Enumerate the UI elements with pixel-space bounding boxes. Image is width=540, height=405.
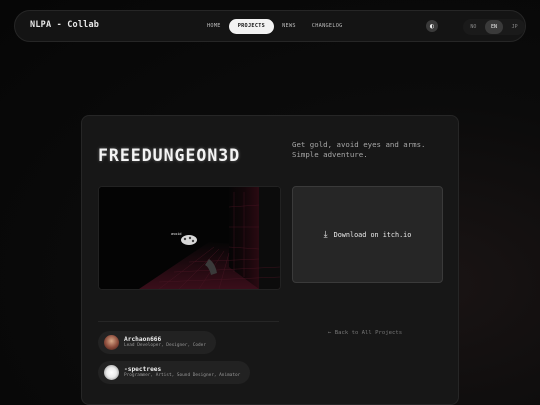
half-moon-icon: ◐	[429, 21, 435, 30]
nav-changelog[interactable]: CHANGELOG	[304, 19, 351, 34]
brand-logo[interactable]: NLPA - Collab	[30, 20, 99, 30]
download-icon: ⤓	[323, 229, 328, 240]
lang-jp[interactable]: JP	[506, 20, 524, 34]
nav-projects[interactable]: PROJECTS	[228, 19, 275, 34]
download-button[interactable]: ⤓ Download on itch.io	[292, 186, 443, 283]
game-screenshot: avoid	[98, 186, 281, 290]
avatar	[104, 365, 119, 380]
nav-links: HOME PROJECTS NEWS CHANGELOG	[199, 18, 351, 35]
project-title: FREEDUNGEON3D	[98, 146, 241, 165]
nav-news[interactable]: NEWS	[274, 19, 304, 34]
project-card: FREEDUNGEON3D Get gold, avoid eyes and a…	[81, 115, 459, 405]
game-scene-image	[99, 187, 280, 289]
lang-en[interactable]: EN	[484, 20, 503, 34]
theme-toggle-button[interactable]: ◐	[426, 20, 438, 32]
nav-home[interactable]: HOME	[199, 19, 229, 34]
screenshot-caption: avoid	[171, 232, 182, 236]
avatar	[104, 335, 119, 350]
language-switcher: NO EN JP	[463, 19, 525, 35]
member-name: Archaon666	[124, 336, 162, 343]
member-role: Lead Developer, Designer, Coder	[124, 343, 206, 348]
top-navbar: NLPA - Collab HOME PROJECTS NEWS CHANGEL…	[14, 10, 526, 42]
project-tagline: Get gold, avoid eyes and arms. Simple ad…	[292, 140, 426, 159]
download-label: Download on itch.io	[333, 230, 412, 239]
back-to-projects-link[interactable]: ← Back to All Projects	[328, 330, 402, 336]
lang-no[interactable]: NO	[464, 20, 482, 34]
section-divider	[98, 321, 279, 322]
team-member-card[interactable]: Archaon666 Lead Developer, Designer, Cod…	[98, 331, 216, 354]
member-role: Programmer, Artist, Sound Designer, Anim…	[124, 373, 241, 378]
member-name: -spectrees	[124, 366, 162, 373]
team-member-card[interactable]: -spectrees Programmer, Artist, Sound Des…	[98, 361, 251, 384]
